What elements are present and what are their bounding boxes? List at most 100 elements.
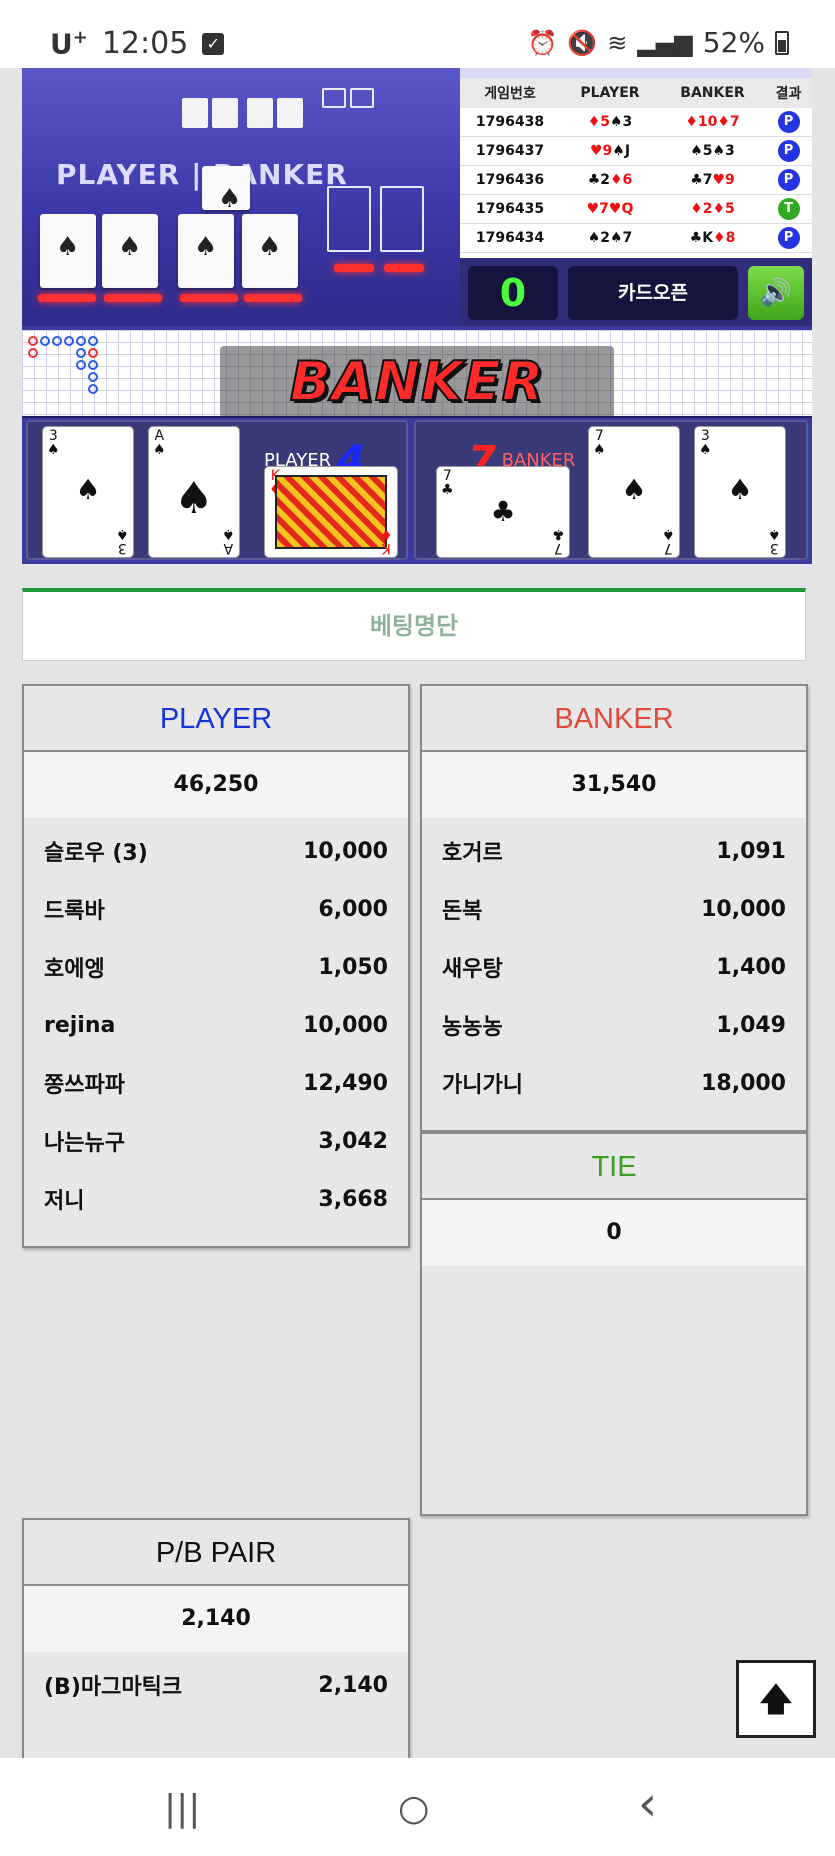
history-row: 1796435 ♥7♥Q ♦2♦5 T: [460, 195, 812, 224]
player-cards: ♣2♦6: [560, 172, 660, 188]
bettor-name: 농농농: [442, 1015, 503, 1040]
bet-row: rejina 10,000: [24, 996, 408, 1054]
banker-panel-title: BANKER: [422, 686, 806, 752]
clock: 12:05: [101, 26, 189, 61]
pair-panel-title: P/B PAIR: [24, 1520, 408, 1586]
history-row: 1796438 ♦5♠3 ♦10♦7 P: [460, 108, 812, 137]
banker-card: 7 ♣ ♣ 7 ♣: [436, 466, 570, 558]
system-nav-bar: ||| ○ ‹: [0, 1758, 835, 1856]
history-stats-strip: [460, 68, 812, 78]
card-index: 7 ♠: [662, 526, 675, 556]
game-history-table: 게임번호 PLAYER BANKER 결과 1796438 ♦5♠3 ♦10♦7 P 1…: [460, 68, 812, 258]
bet-row: 호에엥 1,050: [24, 938, 408, 996]
result-badge: P: [777, 227, 800, 249]
tie-panel-title: TIE: [422, 1134, 806, 1200]
card-text: ♦5: [587, 114, 610, 130]
bet-row: 드록바 6,000: [24, 880, 408, 938]
card-text: ♣K: [689, 230, 714, 246]
win-banner: BANKER WIN: [220, 346, 614, 486]
bettor-name: 나는뉴구: [44, 1131, 125, 1156]
banker-bet-panel: BANKER 31,540 호거르 1,091 돈복 10,000 새우탕 1,400 농농…: [420, 684, 808, 1132]
result-cell: T: [765, 198, 812, 220]
player-cards: ♦5♠3: [560, 114, 660, 130]
card-text: ♦5: [712, 201, 735, 217]
card-text: ♣7: [690, 172, 713, 188]
bettor-name: 드록바: [44, 899, 105, 924]
result-badge: P: [777, 140, 800, 162]
bet-row: 가니가니 18,000: [422, 1054, 806, 1112]
bettor-name: 슬로우 (3): [44, 841, 148, 866]
player-bet-panel: PLAYER 46,250 슬로우 (3) 10,000 드록바 6,000 호에엥 1,…: [22, 684, 410, 1248]
battery-percent: 52%: [702, 26, 765, 59]
card-text: ♠2: [587, 230, 610, 246]
recent-apps-icon[interactable]: |||: [164, 1788, 200, 1829]
game-number: 1796435: [475, 201, 545, 217]
game-number: 1796436: [475, 172, 545, 188]
card-suit-icon: ♠: [174, 473, 214, 524]
result-badge: P: [777, 169, 800, 191]
bettor-name: 쫑쓰파파: [44, 1073, 125, 1098]
bet-row: 새우탕 1,400: [422, 938, 806, 996]
bet-row: 돈복 10,000: [422, 880, 806, 938]
bettor-name: 저니: [44, 1189, 85, 1214]
player-card: A ♠ ♠ A ♠: [148, 426, 240, 558]
card-index: 3 ♠: [699, 428, 712, 458]
card-text: ♥9: [589, 143, 613, 159]
pair-total: 2,140: [24, 1586, 408, 1652]
result-cell: P: [765, 169, 812, 191]
card-text: ♦6: [610, 172, 633, 188]
pair-bet-panel: P/B PAIR 2,140 (B)마그마틱크 2,140: [22, 1518, 410, 1778]
card-text: ♦10: [685, 114, 718, 130]
bet-amount: 3,042: [318, 1128, 388, 1154]
card-text: ♦2: [690, 201, 713, 217]
card-index: 7 ♣: [441, 468, 454, 498]
battery-icon: [775, 30, 789, 55]
card-index: A ♠: [222, 526, 235, 556]
carrier-label: U+: [50, 26, 88, 61]
card-text: ♥Q: [608, 201, 634, 217]
player-card: K♦K♦: [264, 466, 398, 558]
home-icon[interactable]: ○: [398, 1788, 429, 1829]
status-bar: U+ 12:05 ✓ ⏰ 🔇 ≋ ▂▄▆ 52%: [0, 0, 835, 68]
banker-card: 7 ♠ ♠ 7 ♠: [588, 426, 680, 558]
bettor-name: 호에엥: [44, 957, 105, 982]
player-total: 46,250: [24, 752, 408, 818]
card-text: ♦7: [717, 114, 740, 130]
card-text: ♦8: [713, 230, 736, 246]
card-suit-icon: ♠: [727, 473, 753, 506]
speaker-icon[interactable]: 🔊: [748, 266, 804, 320]
card-index: 3 ♠: [47, 428, 60, 458]
game-number: 1796438: [475, 114, 545, 130]
player-panel-title: PLAYER: [24, 686, 408, 752]
result-badge: P: [777, 111, 800, 133]
bet-amount: 1,049: [716, 1012, 786, 1038]
card-index: K♦: [380, 526, 393, 556]
banker-cards: ♦10♦7: [660, 114, 765, 130]
result-badge: T: [777, 198, 800, 220]
banker-total: 31,540: [422, 752, 806, 818]
bettor-name: 새우탕: [442, 957, 503, 982]
tie-total: 0: [422, 1200, 806, 1266]
alarm-icon: ⏰: [527, 28, 558, 57]
card-suit-icon: ♠: [621, 473, 647, 506]
bettor-name: 가니가니: [442, 1073, 523, 1098]
game-number: 1796437: [475, 143, 545, 159]
bettor-name: 돈복: [442, 899, 483, 924]
result-cell: P: [765, 140, 812, 162]
player-card: 3 ♠ ♠ 3 ♠: [42, 426, 134, 558]
bet-row: 쫑쓰파파 12,490: [24, 1054, 408, 1112]
game-number: 1796434: [475, 230, 545, 246]
signal-icon: ▂▄▆: [637, 28, 693, 57]
banker-cards: ♦2♦5: [660, 201, 765, 217]
history-header: 게임번호 PLAYER BANKER 결과: [460, 78, 812, 108]
card-text: ♠J: [612, 143, 631, 159]
card-open-button[interactable]: 카드오픈: [568, 266, 738, 320]
player-cards: ♥7♥Q: [560, 201, 660, 217]
card-index: 3 ♠: [116, 526, 129, 556]
arrow-up-icon[interactable]: 🡅: [736, 1660, 816, 1738]
bet-amount: 1,400: [716, 954, 786, 980]
bettor-name: rejina: [44, 1012, 116, 1038]
round-score: 0: [468, 266, 558, 320]
back-icon[interactable]: ‹: [638, 1776, 657, 1832]
bet-row: 농농농 1,049: [422, 996, 806, 1054]
